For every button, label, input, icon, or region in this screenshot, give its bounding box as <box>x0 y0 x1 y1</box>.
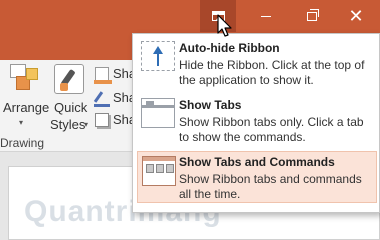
minimize-button[interactable] <box>248 0 284 32</box>
arrange-button-label[interactable]: Arrange <box>3 100 49 115</box>
quick-styles-label-line1[interactable]: Quick <box>54 100 87 115</box>
auto-hide-ribbon-icon <box>141 41 175 71</box>
quick-styles-icon[interactable] <box>54 64 84 94</box>
show-tabs-icon <box>141 98 175 128</box>
menu-item-title: Show Tabs and Commands <box>179 155 335 169</box>
paint-bucket-icon <box>94 66 112 84</box>
ribbon-display-options-menu: Auto-hide Ribbon Hide the Ribbon. Click … <box>132 33 380 213</box>
menu-item-description: Show Ribbon tabs only. Click a tab to sh… <box>179 115 364 144</box>
show-tabs-and-commands-icon <box>142 156 176 186</box>
menu-item-auto-hide-ribbon[interactable]: Auto-hide Ribbon Hide the Ribbon. Click … <box>137 37 377 89</box>
shape-fill-button[interactable]: Sha <box>94 66 136 84</box>
menu-item-description: Hide the Ribbon. Click at the top of the… <box>179 58 365 87</box>
shape-outline-button[interactable]: Sha <box>94 90 136 107</box>
chevron-down-icon[interactable]: ▾ <box>84 120 88 129</box>
group-label-drawing: Drawing <box>0 136 45 150</box>
menu-item-description: Show Ribbon tabs and commands all the ti… <box>179 172 362 201</box>
quick-styles-label-line2[interactable]: Styles <box>50 117 85 132</box>
menu-item-title: Show Tabs <box>179 98 242 112</box>
shape-effects-button[interactable]: Sha <box>95 112 136 127</box>
close-button[interactable]: ✕ <box>338 0 374 32</box>
shape-effects-icon <box>95 112 109 127</box>
minimize-icon <box>261 15 271 17</box>
restore-button[interactable] <box>294 0 330 32</box>
pen-icon <box>94 91 110 107</box>
arrange-icon[interactable] <box>10 64 40 94</box>
menu-item-show-tabs[interactable]: Show Tabs Show Ribbon tabs only. Click a… <box>137 94 377 146</box>
chevron-down-icon[interactable]: ▾ <box>19 118 23 127</box>
menu-item-show-tabs-and-commands[interactable]: Show Tabs and Commands Show Ribbon tabs … <box>137 151 377 203</box>
close-icon: ✕ <box>348 6 364 26</box>
menu-item-title: Auto-hide Ribbon <box>179 41 280 55</box>
restore-icon <box>307 8 319 21</box>
mouse-cursor-icon <box>217 14 232 37</box>
